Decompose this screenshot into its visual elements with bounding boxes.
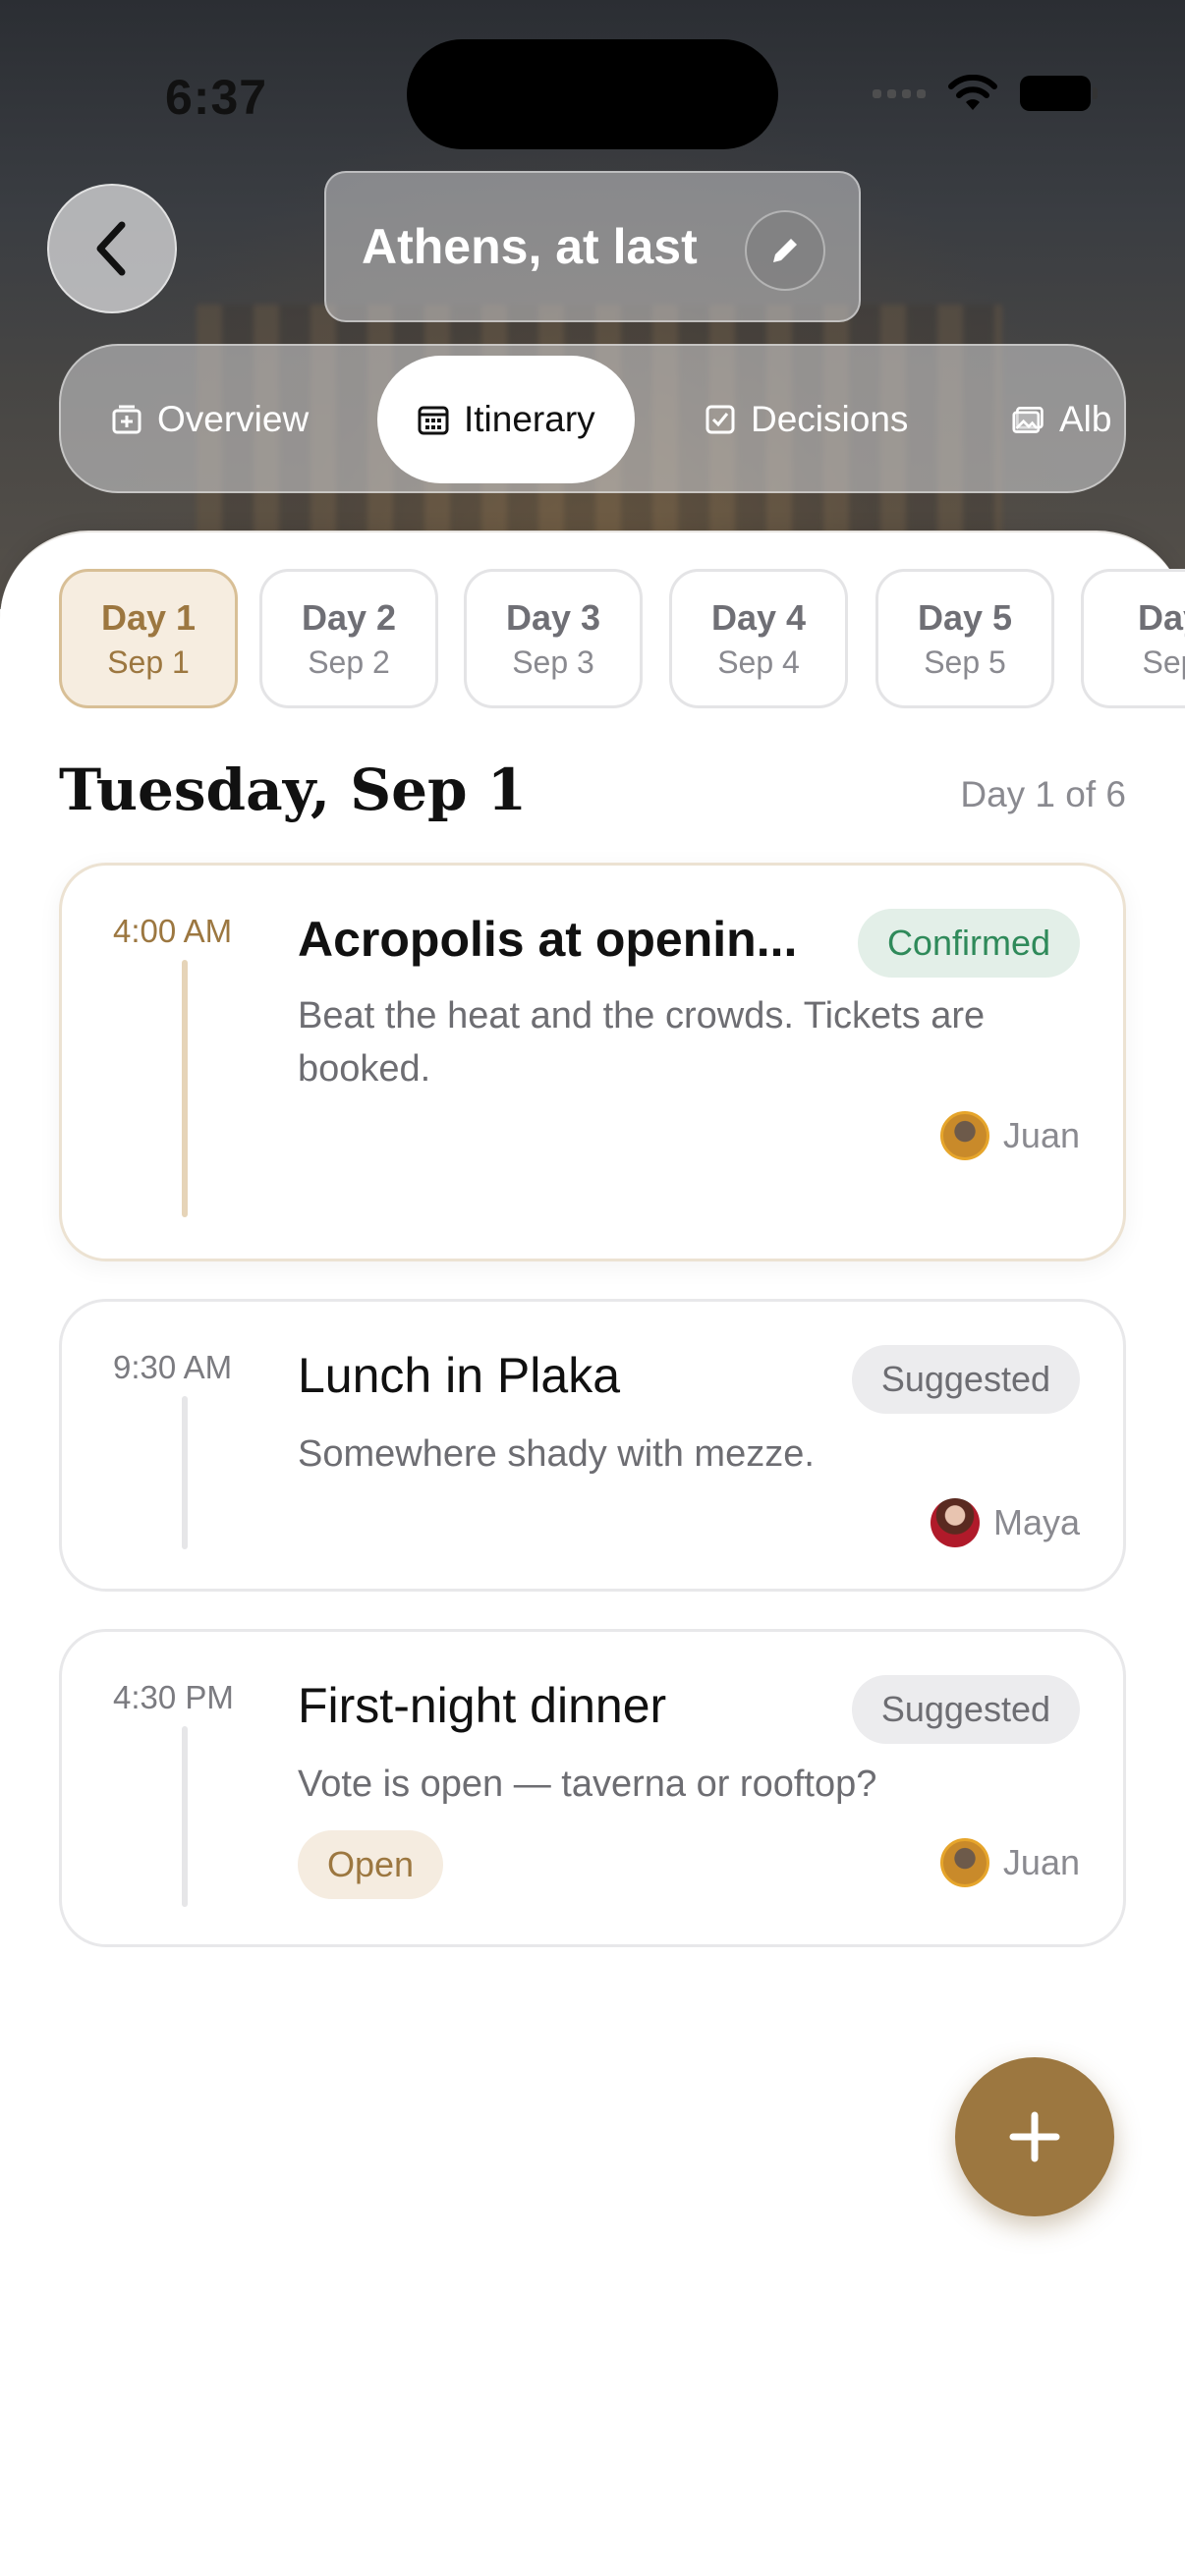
- status-time: 6:37: [165, 70, 268, 125]
- itinerary-card[interactable]: 4:30 PM First-night dinner Suggested Vot…: [59, 1629, 1126, 1947]
- wifi-icon: [948, 75, 997, 110]
- itinerary-card[interactable]: 9:30 AM Lunch in Plaka Suggested Somewhe…: [59, 1299, 1126, 1592]
- item-description: Vote is open — taverna or rooftop?: [298, 1764, 877, 1805]
- item-owner: Maya: [930, 1498, 1080, 1547]
- add-item-button[interactable]: [955, 2057, 1114, 2216]
- trip-title-pill[interactable]: Athens, at last: [324, 171, 861, 322]
- day-chip-label: Day: [1137, 596, 1185, 638]
- day-chip-6[interactable]: Day Sep: [1081, 569, 1185, 708]
- day-chip-label: Day 1: [100, 596, 197, 638]
- timeline-bar: [182, 1396, 188, 1549]
- day-heading: Tuesday, Sep 1: [59, 756, 528, 823]
- day-chip-label: Day 3: [505, 596, 601, 638]
- tab-label: Overview: [157, 399, 310, 439]
- trip-title: Athens, at last: [362, 219, 698, 274]
- status-badge: Confirmed: [857, 909, 1080, 978]
- vote-open-tag[interactable]: Open: [298, 1830, 444, 1899]
- owner-name: Juan: [1002, 1115, 1080, 1155]
- avatar: [930, 1498, 980, 1547]
- edit-title-button[interactable]: [745, 210, 825, 291]
- day-chip-date: Sep 2: [308, 644, 390, 680]
- day-counter: Day 1 of 6: [960, 774, 1126, 814]
- item-time: 9:30 AM: [113, 1349, 233, 1385]
- day-chip-3[interactable]: Day 3 Sep 3: [464, 569, 643, 708]
- dynamic-island: [407, 39, 778, 149]
- day-chip-label: Day 2: [301, 596, 397, 638]
- tab-album[interactable]: Alb: [1012, 356, 1111, 483]
- day-chip-label: Day 4: [710, 596, 807, 638]
- day-chip-5[interactable]: Day 5 Sep 5: [875, 569, 1054, 708]
- pencil-icon: [773, 239, 797, 262]
- tab-label: Itinerary: [464, 399, 595, 439]
- item-owner: Juan: [939, 1111, 1080, 1160]
- checkbox-icon: [704, 403, 737, 436]
- section-tabs: Overview Itinerary Decisions Alb: [59, 344, 1126, 493]
- item-time: 4:00 AM: [113, 913, 233, 949]
- item-time: 4:30 PM: [113, 1679, 234, 1715]
- item-title: Lunch in Plaka: [298, 1348, 621, 1403]
- item-title: Acropolis at openin...: [298, 912, 798, 967]
- day-chip-date: Sep 1: [107, 644, 190, 680]
- day-chip-date: Sep 4: [717, 644, 800, 680]
- avatar: [939, 1838, 989, 1887]
- day-chip-date: Sep 3: [512, 644, 594, 680]
- tab-overview[interactable]: Overview: [110, 356, 309, 483]
- day-chip-label: Day 5: [917, 596, 1013, 638]
- status-badge: Suggested: [851, 1675, 1080, 1744]
- item-description: Somewhere shady with mezze.: [298, 1433, 815, 1475]
- day-chip-2[interactable]: Day 2 Sep 2: [259, 569, 438, 708]
- chevron-left-icon: [96, 221, 126, 276]
- item-title: First-night dinner: [298, 1678, 667, 1733]
- tab-label: Decisions: [751, 399, 909, 439]
- itinerary-card[interactable]: 4:00 AM Acropolis at openin... Confirmed…: [59, 863, 1126, 1261]
- plus-icon: [1009, 2111, 1060, 2162]
- back-button[interactable]: [47, 184, 177, 313]
- day-chip-date: Sep 5: [924, 644, 1006, 680]
- tab-label: Alb: [1059, 399, 1112, 439]
- timeline-bar: [182, 1726, 188, 1907]
- item-description: Beat the heat and the crowds. Tickets ar…: [298, 995, 986, 1090]
- status-icons: [873, 75, 1098, 112]
- item-owner: Juan: [939, 1838, 1080, 1887]
- calendar-icon: [417, 403, 450, 436]
- status-badge: Suggested: [851, 1345, 1080, 1414]
- day-chip-date: Sep: [1142, 644, 1185, 680]
- day-selector: Day 1 Sep 1 Day 2 Sep 2 Day 3 Sep 3 Day …: [59, 569, 1185, 712]
- owner-name: Juan: [1002, 1842, 1080, 1882]
- album-icon: [1012, 403, 1045, 436]
- battery-icon: [1020, 76, 1098, 111]
- tab-itinerary[interactable]: Itinerary: [377, 356, 635, 483]
- timeline-bar: [182, 960, 188, 1217]
- owner-name: Maya: [992, 1502, 1080, 1542]
- itinerary-sheet: Day 1 Sep 1 Day 2 Sep 2 Day 3 Sep 3 Day …: [0, 531, 1185, 2576]
- tab-decisions[interactable]: Decisions: [704, 356, 908, 483]
- avatar: [939, 1111, 989, 1160]
- day-chip-4[interactable]: Day 4 Sep 4: [669, 569, 848, 708]
- day-chip-1[interactable]: Day 1 Sep 1: [59, 569, 238, 708]
- cellular-signal-icon: [873, 88, 926, 98]
- overview-icon: [110, 403, 143, 436]
